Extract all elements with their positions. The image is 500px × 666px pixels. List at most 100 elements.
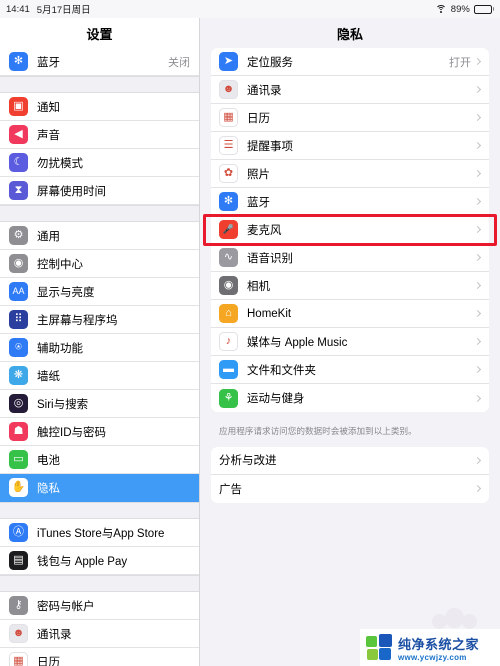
sidebar-label: 钱包与 Apple Pay xyxy=(37,555,128,568)
sidebar-label: 墙纸 xyxy=(37,370,60,383)
privacy-list[interactable]: ➤ 定位服务 打开 ☻ 通讯录 ▦ 日历 ☰ 提醒事项 ✿ 照片 ✻ 蓝牙 🎤 麦克风 ∿ 语音识别 ◉ 相机 ⌂ Ho… xyxy=(200,48,500,666)
privacy-row-label: 语音识别 xyxy=(247,252,293,265)
sidebar-group-4: ⚷ 密码与帐户 ☻ 通讯录 ▦ 日历 xyxy=(0,592,199,666)
privacy-row-value: 打开 xyxy=(449,56,471,69)
privacy-row-item-6[interactable]: 🎤 麦克风 xyxy=(211,216,489,244)
chevron-right-icon xyxy=(473,485,482,493)
privacy-row-item-0[interactable]: ➤ 定位服务 打开 xyxy=(211,48,489,76)
chevron-right-icon xyxy=(473,169,482,178)
privacy-row-item-5[interactable]: ✻ 蓝牙 xyxy=(211,188,489,216)
privacy-row-item-0[interactable]: 分析与改进 xyxy=(211,446,489,475)
calendar-icon: ▦ xyxy=(219,108,238,127)
chevron-right-icon xyxy=(473,253,482,262)
detail-title: 隐私 xyxy=(200,18,500,48)
sidebar-item-2-7[interactable]: ☗ 触控ID与密码 xyxy=(0,418,199,446)
chevron-right-icon xyxy=(473,309,482,318)
passwords-accounts-icon: ⚷ xyxy=(9,596,28,615)
chevron-right-icon xyxy=(473,394,482,402)
chevron-right-icon xyxy=(473,281,482,290)
privacy-row-item-10[interactable]: ♪ 媒体与 Apple Music xyxy=(211,328,489,356)
sidebar-item-2-4[interactable]: ⍟ 辅助功能 xyxy=(0,334,199,362)
homekit-icon: ⌂ xyxy=(219,304,238,323)
privacy-row-label: 运动与健身 xyxy=(247,393,305,405)
bluetooth-icon: ✻ xyxy=(219,192,238,211)
sidebar-item-1-1[interactable]: ◀ 声音 xyxy=(0,121,199,149)
split-view: 设置 ✻ 蓝牙 关闭 ▣ 通知 ◀ 声音 ☾ 勿扰模式 ⧗ 屏幕使用时间 ⚙ 通用 ◉ 控制中心 AA 显示与亮… xyxy=(0,18,500,666)
chevron-right-icon xyxy=(473,456,482,464)
sidebar-item-2-5[interactable]: ❋ 墙纸 xyxy=(0,362,199,390)
sidebar-label: 触控ID与密码 xyxy=(37,426,106,439)
privacy-row-item-9[interactable]: ⌂ HomeKit xyxy=(211,300,489,328)
settings-sidebar: 设置 ✻ 蓝牙 关闭 ▣ 通知 ◀ 声音 ☾ 勿扰模式 ⧗ 屏幕使用时间 ⚙ 通用 ◉ 控制中心 AA 显示与亮… xyxy=(0,18,200,666)
photos-icon: ✿ xyxy=(219,164,238,183)
home-screen-dock-icon: ⠿ xyxy=(9,310,28,329)
battery-icon: ▭ xyxy=(9,450,28,469)
sidebar-item-2-9[interactable]: ✋ 隐私 xyxy=(0,474,199,502)
status-bar: 14:41 5月17日周日 89% xyxy=(0,0,500,18)
privacy-footnote: 应用程序请求访问您的数据时会被添加到以上类别。 xyxy=(219,426,417,436)
privacy-row-label: 提醒事项 xyxy=(247,140,293,153)
privacy-row-item-1[interactable]: 广告 xyxy=(211,474,489,503)
chevron-right-icon xyxy=(473,85,482,94)
sidebar-title: 设置 xyxy=(0,18,199,48)
general-gear-icon: ⚙ xyxy=(9,226,28,245)
camera-icon: ◉ xyxy=(219,276,238,295)
app-store-icon: Ⓐ xyxy=(9,523,28,542)
sidebar-label: 通知 xyxy=(37,101,60,114)
sidebar-label: 控制中心 xyxy=(37,258,83,271)
sidebar-item-1-2[interactable]: ☾ 勿扰模式 xyxy=(0,149,199,177)
watermark-ghost-shape xyxy=(432,608,478,630)
chevron-right-icon xyxy=(473,365,482,374)
sidebar-item-4-1[interactable]: ☻ 通讯录 xyxy=(0,620,199,648)
sidebar-item-0-0[interactable]: ✻ 蓝牙 关闭 xyxy=(0,48,199,76)
privacy-row-label: 分析与改进 xyxy=(219,455,277,468)
sidebar-group-separator xyxy=(0,502,199,519)
chevron-right-icon xyxy=(473,197,482,206)
sidebar-item-2-0[interactable]: ⚙ 通用 xyxy=(0,222,199,250)
wallpaper-icon: ❋ xyxy=(9,366,28,385)
sidebar-label: 密码与帐户 xyxy=(37,600,95,613)
sidebar-item-1-0[interactable]: ▣ 通知 xyxy=(0,93,199,121)
privacy-row-item-4[interactable]: ✿ 照片 xyxy=(211,160,489,188)
sidebar-item-2-2[interactable]: AA 显示与亮度 xyxy=(0,278,199,306)
screen-time-icon: ⧗ xyxy=(9,181,28,200)
sidebar-group-0: ✻ 蓝牙 关闭 xyxy=(0,48,199,76)
chevron-right-icon xyxy=(473,113,482,122)
privacy-row-item-1[interactable]: ☻ 通讯录 xyxy=(211,76,489,104)
sidebar-group-1: ▣ 通知 ◀ 声音 ☾ 勿扰模式 ⧗ 屏幕使用时间 xyxy=(0,93,199,205)
notifications-icon: ▣ xyxy=(9,97,28,116)
privacy-detail-pane: 隐私 ➤ 定位服务 打开 ☻ 通讯录 ▦ 日历 ☰ 提醒事项 ✿ 照片 ✻ 蓝牙 🎤 麦克风 ∿ 语音识别 ◉ 相机… xyxy=(200,18,500,666)
sidebar-label: 主屏幕与程序坞 xyxy=(37,314,118,327)
sidebar-list[interactable]: ✻ 蓝牙 关闭 ▣ 通知 ◀ 声音 ☾ 勿扰模式 ⧗ 屏幕使用时间 ⚙ 通用 ◉ 控制中心 AA 显示与亮度 ⠿ 主… xyxy=(0,48,199,666)
sidebar-value: 关闭 xyxy=(168,56,190,69)
privacy-row-item-2[interactable]: ▦ 日历 xyxy=(211,104,489,132)
privacy-row-item-7[interactable]: ∿ 语音识别 xyxy=(211,244,489,272)
status-date: 5月17日周日 xyxy=(36,5,91,16)
sidebar-item-1-3[interactable]: ⧗ 屏幕使用时间 xyxy=(0,177,199,205)
sidebar-item-4-2[interactable]: ▦ 日历 xyxy=(0,648,199,666)
sidebar-item-2-1[interactable]: ◉ 控制中心 xyxy=(0,250,199,278)
chevron-right-icon xyxy=(473,337,482,346)
sidebar-label: 屏幕使用时间 xyxy=(37,185,106,198)
privacy-row-item-3[interactable]: ☰ 提醒事项 xyxy=(211,132,489,160)
watermark-title: 纯净系统之家 xyxy=(398,636,480,652)
status-bar-left: 14:41 5月17日周日 xyxy=(6,2,91,17)
sidebar-item-3-0[interactable]: ⒶiTunes Store与App Store xyxy=(0,519,199,547)
sidebar-item-2-6[interactable]: ◎ Siri与搜索 xyxy=(0,390,199,418)
sidebar-item-2-3[interactable]: ⠿ 主屏幕与程序坞 xyxy=(0,306,199,334)
sidebar-label: 电池 xyxy=(37,454,60,467)
sidebar-item-3-1[interactable]: ▤ 钱包与 Apple Pay xyxy=(0,547,199,575)
watermark: 纯净系统之家 www.ycwjzy.com xyxy=(360,608,500,666)
privacy-row-item-12[interactable]: ⚘ 运动与健身 xyxy=(211,384,489,412)
privacy-row-item-11[interactable]: ▬ 文件和文件夹 xyxy=(211,356,489,384)
status-time: 14:41 xyxy=(6,3,30,15)
sidebar-label: 辅助功能 xyxy=(37,342,83,355)
files-folders-icon: ▬ xyxy=(219,360,238,379)
contacts-icon: ☻ xyxy=(9,624,28,643)
sidebar-label: 蓝牙 xyxy=(37,56,60,69)
sidebar-label: 通用 xyxy=(37,230,60,243)
privacy-row-item-8[interactable]: ◉ 相机 xyxy=(211,272,489,300)
sidebar-item-2-8[interactable]: ▭ 电池 xyxy=(0,446,199,474)
sidebar-item-4-0[interactable]: ⚷ 密码与帐户 xyxy=(0,592,199,620)
wifi-icon xyxy=(435,4,447,14)
